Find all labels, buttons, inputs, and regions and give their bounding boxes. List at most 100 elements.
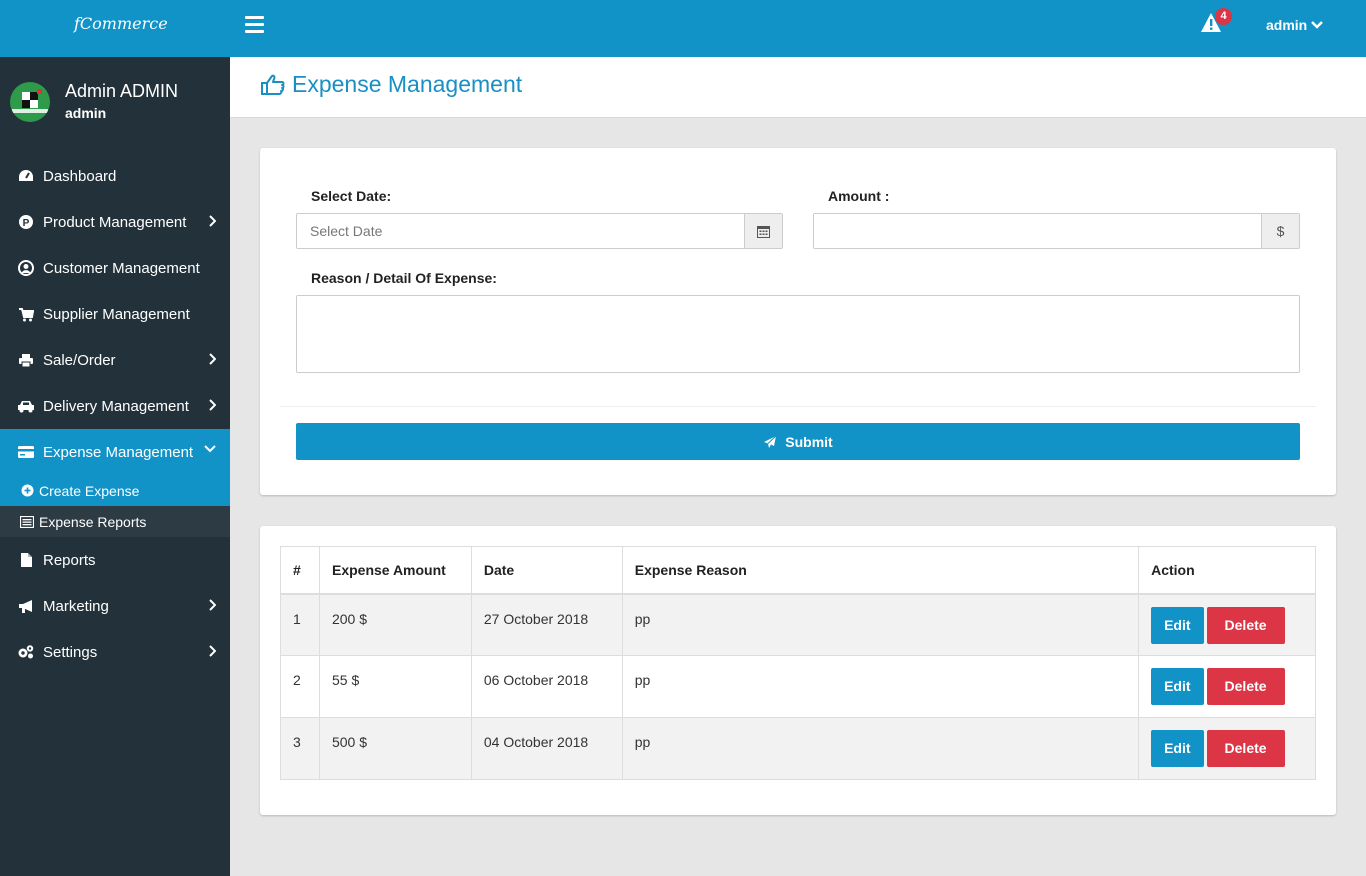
sidebar-item-marketing[interactable]: Marketing <box>0 583 230 629</box>
expense-reason: pp <box>621 717 1140 780</box>
table-row: 2 55 $ 06 October 2018 pp Edit Delete <box>280 655 1316 718</box>
user-panel: Admin ADMIN admin <box>0 57 230 157</box>
amount-input-group: $ <box>813 213 1300 249</box>
sidebar-item-supplier-management[interactable]: Supplier Management <box>0 291 230 337</box>
chevron-right-icon <box>209 399 216 411</box>
date-label: Select Date: <box>311 188 392 204</box>
chevron-down-icon <box>204 445 216 453</box>
product-icon: P <box>17 213 35 231</box>
sidebar-item-delivery-management[interactable]: Delivery Management <box>0 383 230 429</box>
column-header-reason: Expense Reason <box>621 546 1140 595</box>
expense-amount: 200 $ <box>318 593 472 656</box>
table-header-row: # Expense Amount Date Expense Reason Act… <box>280 546 1316 595</box>
plus-circle-icon <box>20 484 34 498</box>
sidebar-item-label: Sale/Order <box>43 351 116 369</box>
reason-textarea[interactable] <box>296 295 1300 373</box>
user-role: admin <box>65 105 107 121</box>
page-title: Expense Management <box>260 71 522 98</box>
paper-plane-icon <box>764 435 777 448</box>
sidebar-item-label: Marketing <box>43 597 109 615</box>
user-menu-label: admin <box>1266 17 1308 33</box>
calendar-icon[interactable] <box>744 214 782 248</box>
cogs-icon <box>17 643 35 661</box>
sidebar-item-sale-order[interactable]: Sale/Order <box>0 337 230 383</box>
bullhorn-icon <box>17 597 35 615</box>
submit-button[interactable]: Submit <box>296 423 1300 460</box>
thumbs-up-icon <box>261 74 285 95</box>
user-circle-icon <box>17 259 35 277</box>
sidebar-item-customer-management[interactable]: Customer Management <box>0 245 230 291</box>
sidebar-item-product-management[interactable]: P Product Management <box>0 199 230 245</box>
chevron-right-icon <box>209 215 216 227</box>
table-row: 3 500 $ 04 October 2018 pp Edit Delete <box>280 717 1316 780</box>
row-number: 3 <box>280 717 320 780</box>
chevron-down-icon <box>1311 21 1324 29</box>
submit-label: Submit <box>785 433 833 450</box>
sidebar-item-settings[interactable]: Settings <box>0 629 230 675</box>
sidebar-item-dashboard[interactable]: Dashboard <box>0 153 230 199</box>
sidebar-item-label: Customer Management <box>43 259 200 277</box>
amount-input[interactable] <box>814 214 1261 248</box>
sidebar: Admin ADMIN admin Dashboard P Product Ma… <box>0 57 230 876</box>
expense-amount: 500 $ <box>318 717 472 780</box>
sidebar-item-label: Dashboard <box>43 167 117 185</box>
amount-label: Amount : <box>828 188 890 204</box>
brand-logo[interactable]: fCommerce <box>74 14 168 33</box>
svg-text:P: P <box>23 218 30 229</box>
dollar-addon: $ <box>1261 214 1299 248</box>
row-actions: Edit Delete <box>1138 655 1316 718</box>
cart-icon <box>17 305 35 323</box>
credit-card-icon <box>17 443 35 461</box>
delete-button[interactable]: Delete <box>1206 668 1285 705</box>
expense-date: 06 October 2018 <box>470 655 623 718</box>
row-number: 1 <box>280 593 320 656</box>
date-input[interactable] <box>297 214 744 248</box>
form-divider <box>280 406 1316 407</box>
table-row: 1 200 $ 27 October 2018 pp Edit Delete <box>280 593 1316 656</box>
date-input-group <box>296 213 783 249</box>
file-icon <box>17 551 35 569</box>
expense-reason: pp <box>621 655 1140 718</box>
avatar <box>10 82 50 122</box>
edit-button[interactable]: Edit <box>1151 606 1204 644</box>
sidebar-subitem-label: Expense Reports <box>39 513 147 530</box>
column-header-date: Date <box>470 546 623 595</box>
delete-button[interactable]: Delete <box>1206 606 1285 644</box>
car-icon <box>17 397 35 415</box>
sidebar-subitem-create-expense[interactable]: Create Expense <box>0 475 230 506</box>
user-name: Admin ADMIN <box>65 81 179 101</box>
row-actions: Edit Delete <box>1138 593 1316 656</box>
column-header-action: Action <box>1138 546 1316 595</box>
sidebar-item-expense-management[interactable]: Expense Management <box>0 429 230 475</box>
notification-badge: 4 <box>1215 8 1232 25</box>
sidebar-item-label: Delivery Management <box>43 397 189 415</box>
sidebar-item-reports[interactable]: Reports <box>0 537 230 583</box>
chevron-right-icon <box>209 599 216 611</box>
delete-button[interactable]: Delete <box>1206 730 1285 767</box>
column-header-number: # <box>280 546 320 595</box>
edit-button[interactable]: Edit <box>1151 730 1204 767</box>
expense-date: 27 October 2018 <box>470 593 623 656</box>
expense-date: 04 October 2018 <box>470 717 623 780</box>
sidebar-item-label: Product Management <box>43 213 187 231</box>
sidebar-item-label: Supplier Management <box>43 305 190 323</box>
chevron-right-icon <box>209 645 216 657</box>
expense-reason: pp <box>621 593 1140 656</box>
page-title-text: Expense Management <box>292 71 523 97</box>
reason-label: Reason / Detail Of Expense: <box>311 270 497 286</box>
column-header-amount: Expense Amount <box>318 546 472 595</box>
user-menu[interactable]: admin <box>1266 17 1324 33</box>
top-navbar: fCommerce 4 admin <box>0 0 1366 57</box>
list-icon <box>20 515 34 529</box>
sidebar-subitem-label: Create Expense <box>39 482 140 499</box>
row-number: 2 <box>280 655 320 718</box>
sidebar-item-label: Expense Management <box>43 443 194 461</box>
edit-button[interactable]: Edit <box>1151 668 1204 705</box>
expense-table: # Expense Amount Date Expense Reason Act… <box>280 546 1316 780</box>
sidebar-item-label: Reports <box>43 551 96 569</box>
sidebar-item-label: Settings <box>43 643 98 661</box>
row-actions: Edit Delete <box>1138 717 1316 780</box>
dashboard-icon <box>17 167 35 185</box>
sidebar-subitem-expense-reports[interactable]: Expense Reports <box>0 506 230 537</box>
menu-toggle-icon[interactable] <box>245 16 264 33</box>
